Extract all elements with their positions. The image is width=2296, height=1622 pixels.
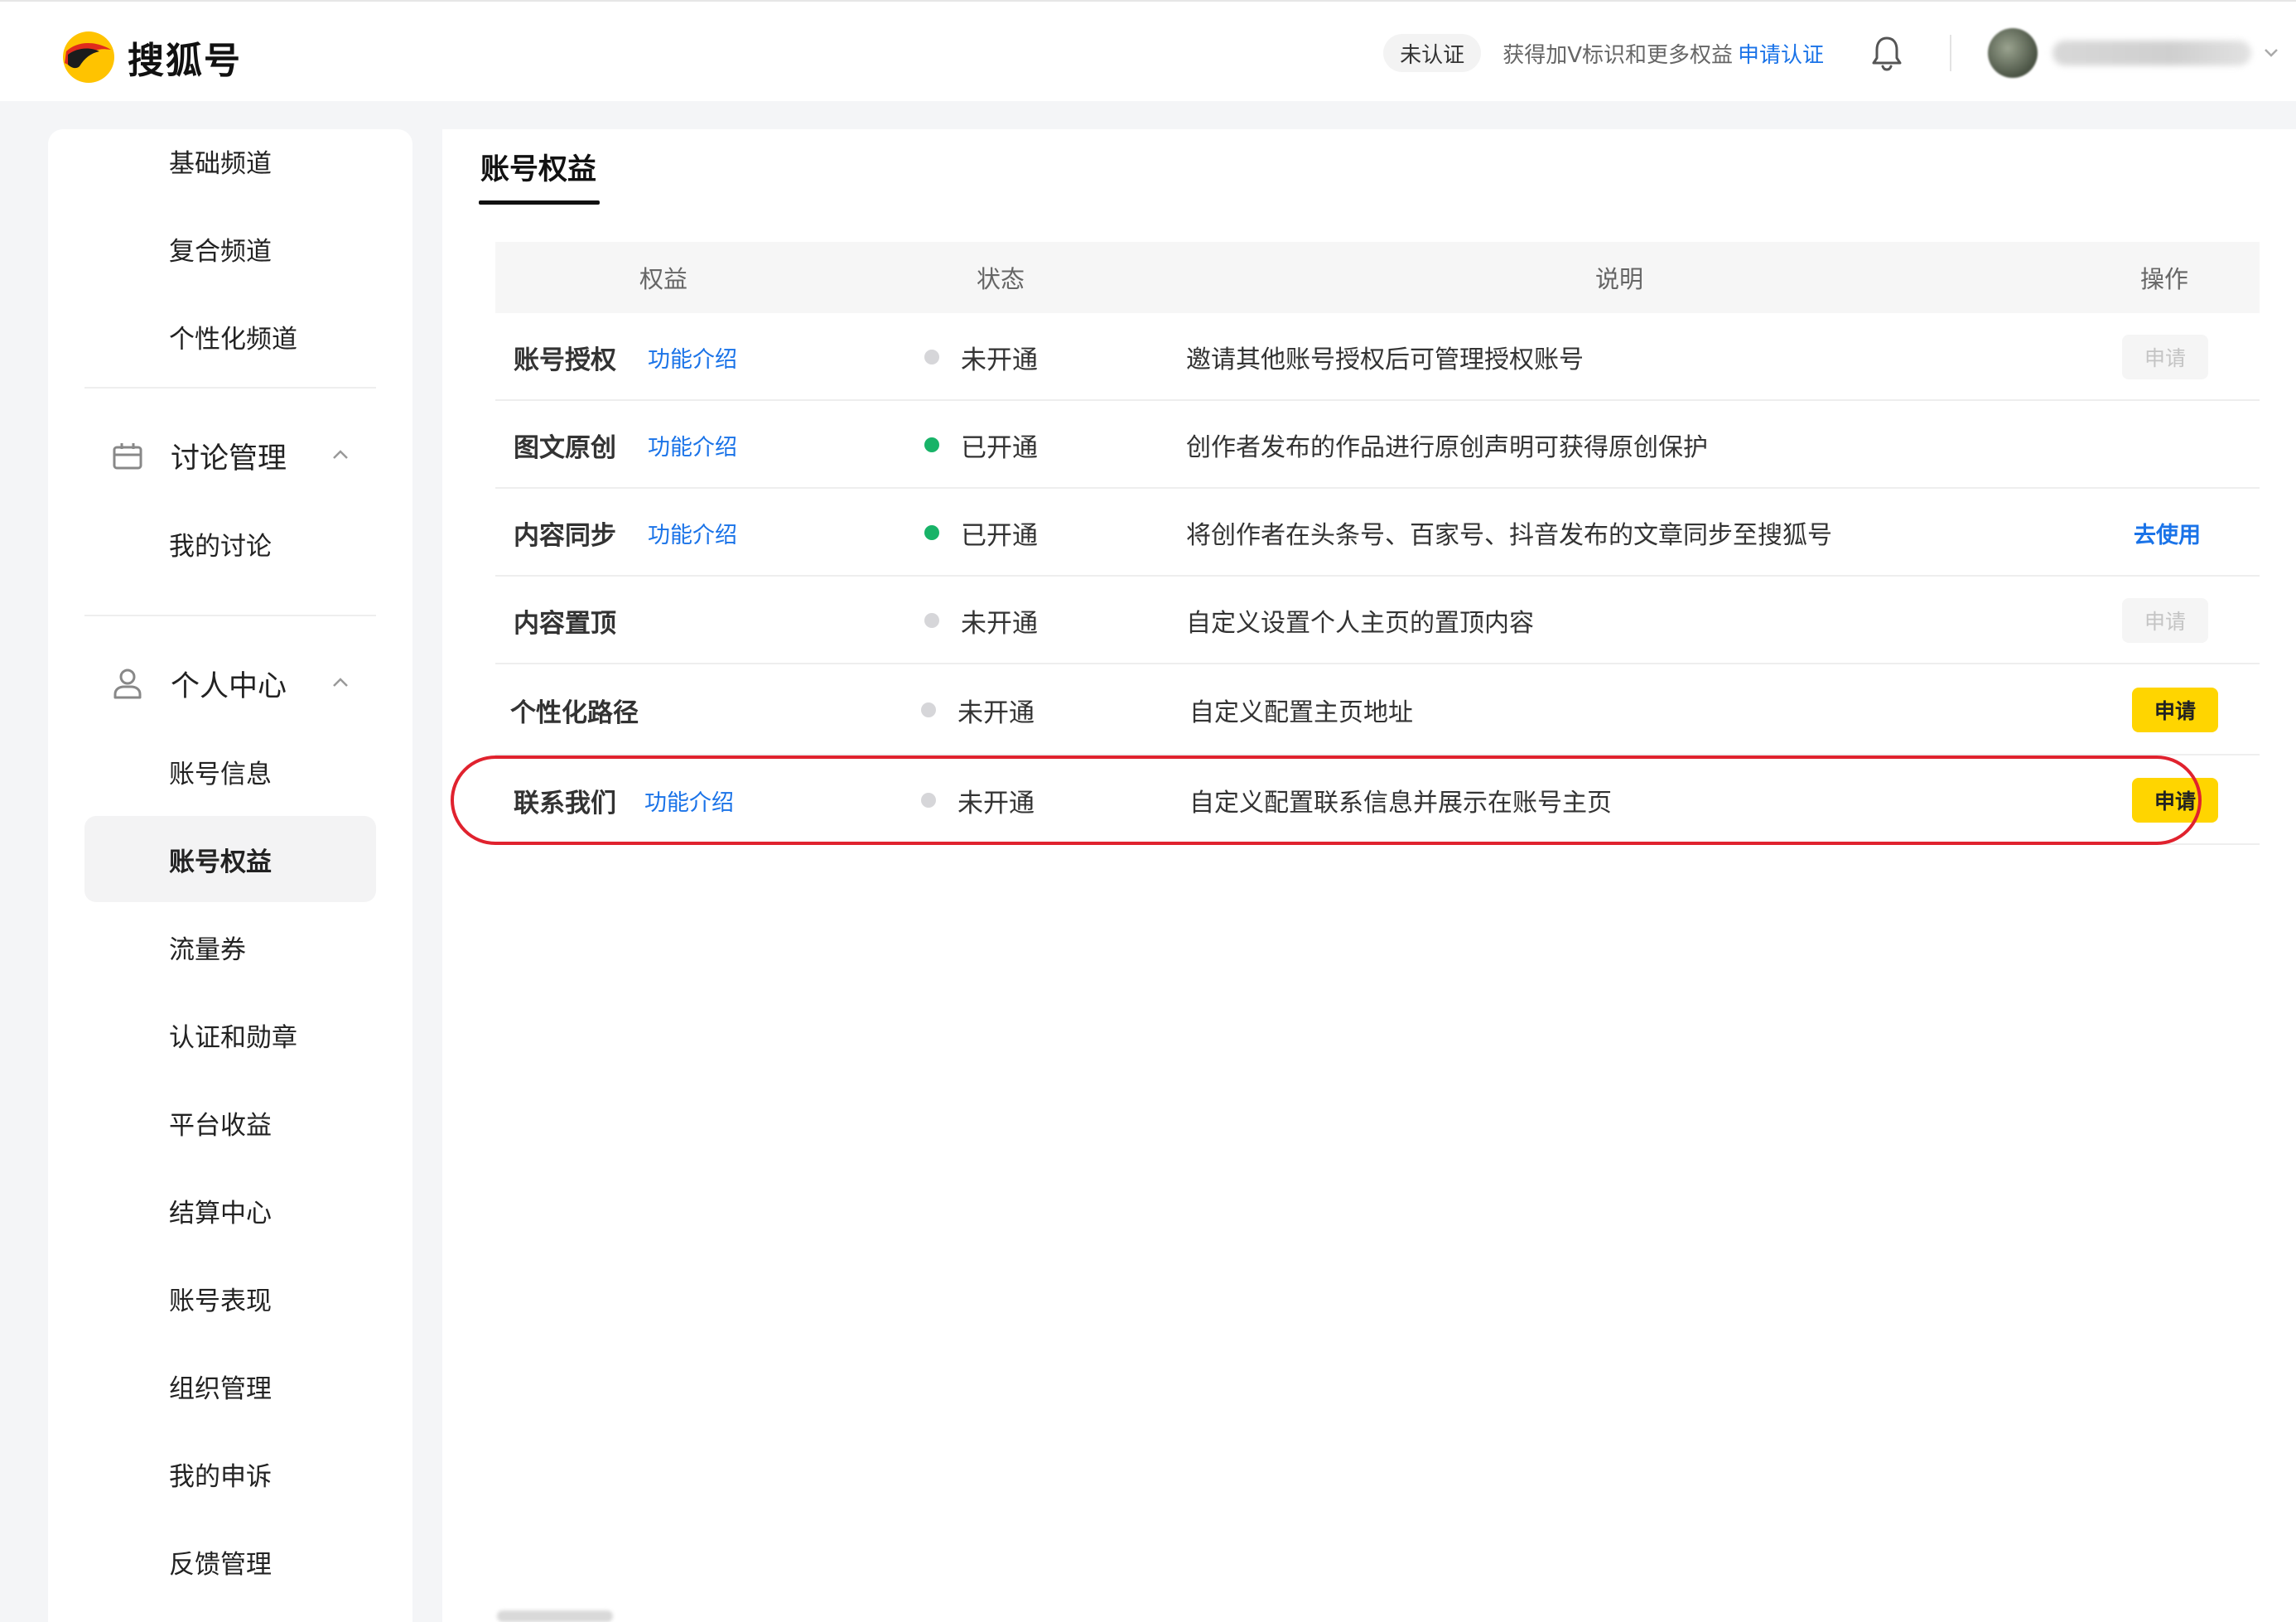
- status-dot-off: [924, 613, 939, 628]
- status-dot-on: [924, 525, 939, 540]
- status-text: 已开通: [961, 520, 1038, 551]
- sidebar: 基础频道 复合频道 个性化频道 讨论管理 我的讨论 个人中心 账号信息 账号权益…: [48, 129, 412, 1622]
- sidebar-item-account-performance[interactable]: 账号表现: [84, 1255, 376, 1341]
- feature-intro-link[interactable]: 功能介绍: [648, 429, 737, 461]
- username-blurred[interactable]: [2052, 41, 2251, 65]
- sidebar-item-account-rights[interactable]: 账号权益: [84, 816, 376, 902]
- column-header-action: 操作: [2139, 265, 2188, 293]
- apply-button-disabled: 申请: [2122, 335, 2208, 379]
- sidebar-divider: [84, 387, 376, 389]
- main-content: 账号权益 权益 状态 说明 操作 账号授权 功能介绍 未开通 邀请其他账号授权后…: [442, 129, 2296, 1622]
- sidebar-item-composite-channel[interactable]: 复合频道: [84, 205, 376, 292]
- feature-intro-link[interactable]: 功能介绍: [648, 517, 737, 549]
- right-name: 内容同步: [514, 520, 616, 551]
- right-name: 账号授权: [514, 345, 616, 375]
- chevron-down-icon[interactable]: [2263, 43, 2279, 64]
- status-dot-on: [924, 437, 939, 452]
- bell-icon[interactable]: [1869, 33, 1905, 73]
- column-header-description: 说明: [1594, 265, 1643, 293]
- tab-account-rights[interactable]: 账号权益: [479, 146, 598, 204]
- rights-table: 权益 状态 说明 操作 账号授权 功能介绍 未开通 邀请其他账号授权后可管理授权…: [495, 242, 2260, 845]
- status-text: 已开通: [961, 432, 1038, 463]
- cert-hint-text: 获得加V标识和更多权益: [1503, 42, 1733, 68]
- chevron-up-icon[interactable]: [328, 670, 353, 695]
- sidebar-item-personalized-channel[interactable]: 个性化频道: [84, 293, 376, 379]
- status-dot-off: [921, 702, 936, 717]
- sidebar-group-personal-center[interactable]: 个人中心: [84, 640, 376, 727]
- apply-button[interactable]: 申请: [2132, 688, 2218, 732]
- sidebar-item-my-appeals[interactable]: 我的申诉: [84, 1431, 376, 1517]
- sidebar-item-settlement-center[interactable]: 结算中心: [84, 1167, 376, 1253]
- calendar-icon: [111, 439, 144, 472]
- description-text: 将创作者在头条号、百家号、抖音发布的文章同步至搜狐号: [1186, 521, 1832, 550]
- brand-name: 搜狐号: [128, 40, 242, 82]
- right-name: 内容置顶: [514, 608, 616, 639]
- feature-intro-link[interactable]: 功能介绍: [648, 341, 737, 374]
- go-use-link[interactable]: 去使用: [2134, 517, 2201, 549]
- status-text: 未开通: [961, 608, 1038, 639]
- chevron-up-icon[interactable]: [328, 442, 353, 467]
- column-header-rights: 权益: [639, 265, 687, 293]
- sidebar-item-traffic-coupon[interactable]: 流量券: [84, 904, 376, 990]
- right-name: 联系我们: [514, 788, 616, 818]
- sidebar-item-certification-badges[interactable]: 认证和勋章: [84, 992, 376, 1078]
- cert-status-badge: 未认证: [1383, 34, 1482, 72]
- status-dot-off: [924, 350, 939, 364]
- user-avatar[interactable]: [1988, 28, 2038, 78]
- table-row: 账号授权 功能介绍 未开通 邀请其他账号授权后可管理授权账号 申请: [495, 313, 2260, 401]
- right-name: 个性化路径: [510, 698, 639, 728]
- sidebar-group-discussion[interactable]: 讨论管理: [84, 413, 376, 499]
- table-row: 联系我们 功能介绍 未开通 自定义配置联系信息并展示在账号主页 申请: [495, 755, 2260, 845]
- person-icon: [111, 667, 144, 700]
- sidebar-group-label: 个人中心: [171, 669, 287, 703]
- apply-cert-link[interactable]: 申请认证: [1738, 38, 1824, 69]
- header-actions: 未认证 获得加V标识和更多权益 申请认证: [1383, 27, 2296, 80]
- description-text: 自定义设置个人主页的置顶内容: [1186, 609, 1534, 638]
- sidebar-item-basic-channel[interactable]: 基础频道: [84, 118, 376, 204]
- sidebar-divider: [84, 615, 376, 616]
- sidebar-item-my-discussion[interactable]: 我的讨论: [84, 500, 376, 587]
- right-name: 图文原创: [514, 432, 616, 463]
- table-row: 内容置顶 未开通 自定义设置个人主页的置顶内容 申请: [495, 577, 2260, 664]
- status-text: 未开通: [957, 788, 1035, 818]
- sidebar-item-account-info[interactable]: 账号信息: [84, 728, 376, 814]
- description-text: 创作者发布的作品进行原创声明可获得原创保护: [1186, 433, 1708, 462]
- sidebar-item-organization-management[interactable]: 组织管理: [84, 1343, 376, 1429]
- status-dot-off: [921, 793, 936, 808]
- brand-logo[interactable]: 搜狐号: [61, 30, 242, 84]
- top-bar: 搜狐号 未认证 获得加V标识和更多权益 申请认证: [0, 0, 2296, 101]
- active-tab-indicator: [479, 200, 600, 205]
- header-divider: [1950, 35, 1951, 71]
- fox-logo-icon: [61, 30, 116, 84]
- table-header: 权益 状态 说明 操作: [495, 242, 2260, 313]
- status-text: 未开通: [961, 345, 1038, 375]
- description-text: 自定义配置主页地址: [1189, 698, 1413, 727]
- apply-button-disabled: 申请: [2122, 598, 2208, 643]
- description-text: 邀请其他账号授权后可管理授权账号: [1186, 345, 1584, 374]
- apply-button[interactable]: 申请: [2132, 778, 2218, 823]
- table-row: 内容同步 功能介绍 已开通 将创作者在头条号、百家号、抖音发布的文章同步至搜狐号…: [495, 489, 2260, 577]
- sidebar-item-platform-revenue[interactable]: 平台收益: [84, 1079, 376, 1166]
- status-text: 未开通: [957, 698, 1035, 728]
- sidebar-item-feedback-management[interactable]: 反馈管理: [84, 1518, 376, 1605]
- column-header-status: 状态: [976, 265, 1025, 293]
- sidebar-group-label: 讨论管理: [171, 442, 287, 475]
- feature-intro-link[interactable]: 功能介绍: [644, 784, 734, 817]
- cutoff-text-blur: [497, 1610, 613, 1622]
- table-row: 个性化路径 未开通 自定义配置主页地址 申请: [495, 664, 2260, 755]
- table-row: 图文原创 功能介绍 已开通 创作者发布的作品进行原创声明可获得原创保护: [495, 401, 2260, 489]
- description-text: 自定义配置联系信息并展示在账号主页: [1189, 789, 1612, 818]
